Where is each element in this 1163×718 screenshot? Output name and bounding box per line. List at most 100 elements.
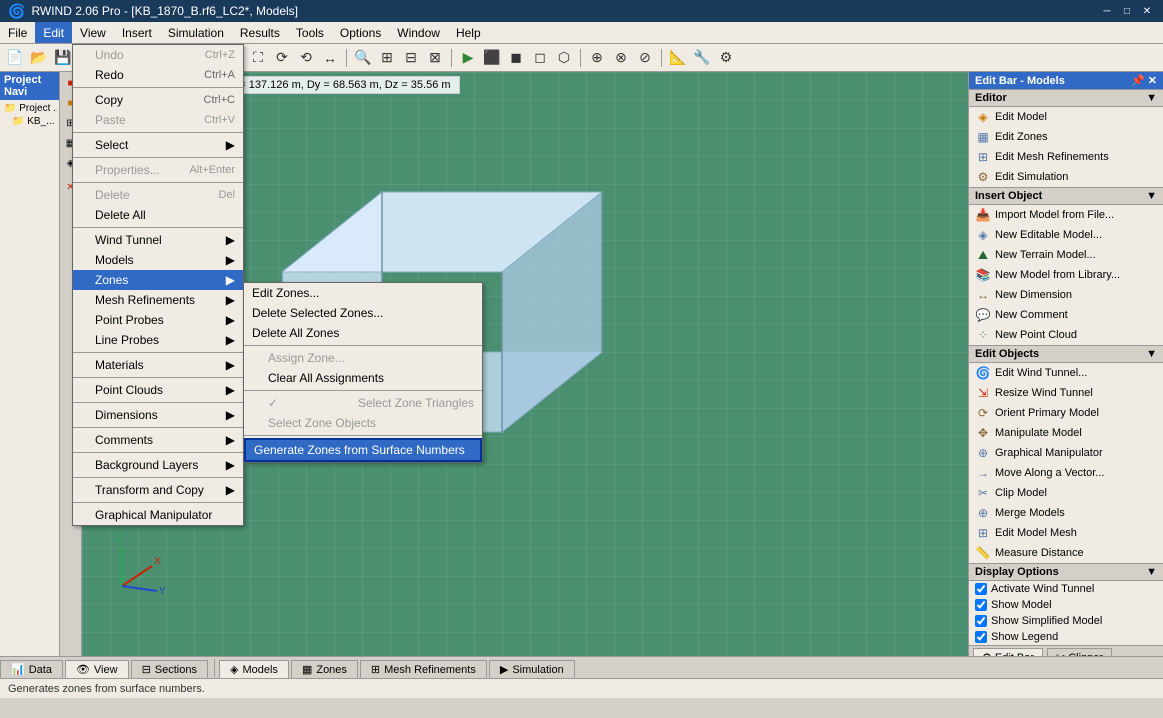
tb-misc2[interactable]: 🔧 — [691, 47, 713, 69]
orient-primary-model[interactable]: ⟳ Orient Primary Model — [969, 403, 1163, 423]
tb-zoom2[interactable]: ⊞ — [376, 47, 398, 69]
tab-simulation[interactable]: ▶ Simulation — [489, 660, 575, 678]
zones-clear-assignments[interactable]: Clear All Assignments — [244, 368, 482, 388]
tb-view3[interactable]: ⟲ — [295, 47, 317, 69]
menu-redo[interactable]: RedoCtrl+A — [73, 65, 243, 85]
editor-item-edit-zones[interactable]: ▦ Edit Zones — [969, 127, 1163, 147]
tb-open[interactable]: 📂 — [28, 47, 50, 69]
insert-point-cloud[interactable]: ⁘ New Point Cloud — [969, 325, 1163, 345]
tb-axis2[interactable]: ⊗ — [610, 47, 632, 69]
tb-save[interactable]: 💾 — [52, 47, 74, 69]
panel-close[interactable]: ✕ — [1148, 74, 1157, 87]
menu-insert[interactable]: Insert — [114, 22, 160, 43]
edit-menu-dropdown[interactable]: UndoCtrl+Z RedoCtrl+A CopyCtrl+C PasteCt… — [72, 44, 244, 526]
section-edit-objects[interactable]: Edit Objects ▼ — [969, 345, 1163, 363]
restore-button[interactable]: □ — [1119, 3, 1135, 19]
measure-distance[interactable]: 📏 Measure Distance — [969, 543, 1163, 563]
tb-new[interactable]: 📄 — [4, 47, 26, 69]
tab-sections[interactable]: ⊟ Sections — [131, 660, 208, 678]
tb-view1[interactable]: ⛶ — [247, 47, 269, 69]
edit-wind-tunnel[interactable]: 🌀 Edit Wind Tunnel... — [969, 363, 1163, 383]
section-display-options[interactable]: Display Options ▼ — [969, 563, 1163, 581]
cb-show-simplified-model[interactable]: Show Simplified Model — [969, 613, 1163, 629]
tab-view[interactable]: 👁 View — [65, 660, 129, 678]
insert-import[interactable]: 📥 Import Model from File... — [969, 205, 1163, 225]
menu-file[interactable]: File — [0, 22, 35, 43]
zones-assign[interactable]: Assign Zone... — [244, 348, 482, 368]
menu-results[interactable]: Results — [232, 22, 288, 43]
tab-models[interactable]: ◈ Models — [219, 660, 289, 678]
insert-library[interactable]: 📚 New Model from Library... — [969, 265, 1163, 285]
tb-view4[interactable]: ↔ — [319, 47, 341, 69]
menu-line-probes[interactable]: Line Probes▶ — [73, 330, 243, 350]
graphical-manipulator[interactable]: ⊕ Graphical Manipulator — [969, 443, 1163, 463]
tb-render2[interactable]: ⬛ — [481, 47, 503, 69]
menu-models[interactable]: Models▶ — [73, 250, 243, 270]
menu-window[interactable]: Window — [389, 22, 448, 43]
tb-zoom4[interactable]: ⊠ — [424, 47, 446, 69]
insert-comment[interactable]: 💬 New Comment — [969, 305, 1163, 325]
editor-item-edit-model[interactable]: ◈ Edit Model — [969, 107, 1163, 127]
manipulate-model[interactable]: ✥ Manipulate Model — [969, 423, 1163, 443]
menu-options[interactable]: Options — [332, 22, 389, 43]
menu-help[interactable]: Help — [448, 22, 489, 43]
menu-paste[interactable]: PasteCtrl+V — [73, 110, 243, 130]
edit-model-mesh[interactable]: ⊞ Edit Model Mesh — [969, 523, 1163, 543]
menu-copy[interactable]: CopyCtrl+C — [73, 90, 243, 110]
menu-comments[interactable]: Comments▶ — [73, 430, 243, 450]
resize-wind-tunnel[interactable]: ⇲ Resize Wind Tunnel — [969, 383, 1163, 403]
editor-item-edit-mesh[interactable]: ⊞ Edit Mesh Refinements — [969, 147, 1163, 167]
section-editor[interactable]: Editor ▼ — [969, 89, 1163, 107]
tb-view2[interactable]: ⟳ — [271, 47, 293, 69]
menu-point-clouds[interactable]: Point Clouds▶ — [73, 380, 243, 400]
panel-pin[interactable]: 📌 — [1131, 74, 1145, 87]
menu-select[interactable]: Select▶ — [73, 135, 243, 155]
menu-tools[interactable]: Tools — [288, 22, 332, 43]
merge-models[interactable]: ⊕ Merge Models — [969, 503, 1163, 523]
menu-zones[interactable]: Zones▶ — [73, 270, 243, 290]
insert-dimension[interactable]: ↔ New Dimension — [969, 285, 1163, 305]
zones-select-objects[interactable]: Select Zone Objects — [244, 413, 482, 433]
zones-select-triangles[interactable]: ✓ Select Zone Triangles — [244, 393, 482, 413]
insert-new-editable[interactable]: ◈ New Editable Model... — [969, 225, 1163, 245]
tb-render3[interactable]: ◼ — [505, 47, 527, 69]
tb-zoom3[interactable]: ⊟ — [400, 47, 422, 69]
menu-wind-tunnel[interactable]: Wind Tunnel▶ — [73, 230, 243, 250]
clip-model[interactable]: ✂ Clip Model — [969, 483, 1163, 503]
menu-mesh-refinements[interactable]: Mesh Refinements▶ — [73, 290, 243, 310]
tb-zoom1[interactable]: 🔍 — [352, 47, 374, 69]
right-tab-clipper[interactable]: ✂ Clipper — [1047, 648, 1112, 656]
tab-zones[interactable]: ▦ Zones — [291, 660, 358, 678]
zones-edit[interactable]: Edit Zones... — [244, 283, 482, 303]
menu-simulation[interactable]: Simulation — [160, 22, 232, 43]
cb-activate-wind-tunnel[interactable]: Activate Wind Tunnel — [969, 581, 1163, 597]
tb-axis3[interactable]: ⊘ — [634, 47, 656, 69]
editor-item-edit-simulation[interactable]: ⚙ Edit Simulation — [969, 167, 1163, 187]
menu-transform-copy[interactable]: Transform and Copy▶ — [73, 480, 243, 500]
zones-delete-selected[interactable]: Delete Selected Zones... — [244, 303, 482, 323]
menu-delete[interactable]: DeleteDel — [73, 185, 243, 205]
tb-misc1[interactable]: 📐 — [667, 47, 689, 69]
tb-render5[interactable]: ⬡ — [553, 47, 575, 69]
tb-misc3[interactable]: ⚙ — [715, 47, 737, 69]
menu-background-layers[interactable]: Background Layers▶ — [73, 455, 243, 475]
zones-delete-all[interactable]: Delete All Zones — [244, 323, 482, 343]
move-along-vector[interactable]: → Move Along a Vector... — [969, 463, 1163, 483]
tab-data[interactable]: 📊 Data — [0, 660, 63, 678]
minimize-button[interactable]: ─ — [1099, 3, 1115, 19]
zones-generate[interactable]: Generate Zones from Surface Numbers — [244, 438, 482, 462]
menu-properties[interactable]: Properties...Alt+Enter — [73, 160, 243, 180]
menu-view[interactable]: View — [72, 22, 114, 43]
menu-graphical-manipulator[interactable]: Graphical Manipulator — [73, 505, 243, 525]
zones-submenu[interactable]: Edit Zones... Delete Selected Zones... D… — [243, 282, 483, 463]
menu-undo[interactable]: UndoCtrl+Z — [73, 45, 243, 65]
menu-delete-all[interactable]: Delete All — [73, 205, 243, 225]
menu-materials[interactable]: Materials▶ — [73, 355, 243, 375]
close-button[interactable]: ✕ — [1139, 3, 1155, 19]
tb-render4[interactable]: ◻ — [529, 47, 551, 69]
nav-project[interactable]: 📁 Project ... — [2, 102, 57, 115]
menu-dimensions[interactable]: Dimensions▶ — [73, 405, 243, 425]
cb-show-model[interactable]: Show Model — [969, 597, 1163, 613]
tab-mesh-refinements[interactable]: ⊞ Mesh Refinements — [360, 660, 487, 678]
insert-terrain[interactable]: ⛰ New Terrain Model... — [969, 245, 1163, 265]
